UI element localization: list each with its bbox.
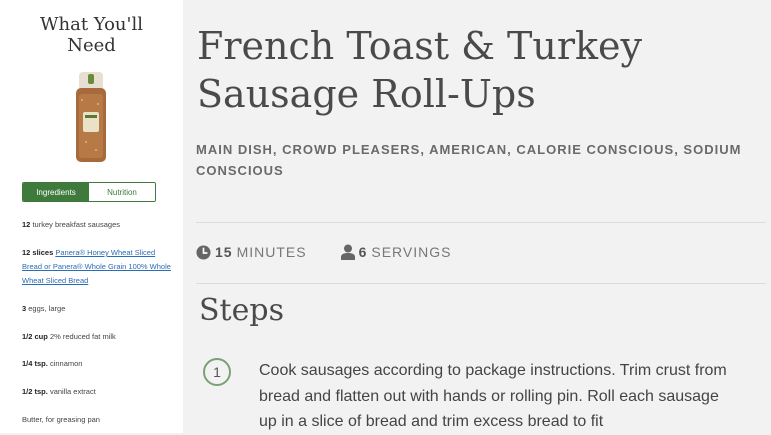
ingredient-text: eggs, large [28, 304, 66, 313]
ingredient-qty: 1/4 tsp. [22, 359, 48, 368]
ingredient-item: Butter, for greasing pan [22, 413, 172, 427]
time-value: 15 [215, 244, 233, 260]
servings-unit: SERVINGS [371, 244, 452, 260]
ingredient-item: 12 turkey breakfast sausages [22, 218, 172, 232]
ingredient-item: 12 slices Panera® Honey Wheat Sliced Bre… [22, 246, 172, 288]
sidebar-title-line1: What You'll [40, 14, 143, 35]
step-text: Cook sausages according to package instr… [259, 362, 727, 430]
time-unit: MINUTES [236, 244, 307, 260]
recipe-categories: MAIN DISH, CROWD PLEASERS, AMERICAN, CAL… [196, 142, 742, 178]
divider [196, 222, 766, 223]
ingredient-item: 3 eggs, large [22, 302, 172, 316]
step-number-badge: 1 [203, 358, 231, 386]
ingredient-qty: 1/2 tsp. [22, 387, 48, 396]
bread-loaf-icon [76, 72, 106, 162]
tab-nutrition[interactable]: Nutrition [89, 183, 155, 201]
steps-heading: Steps [199, 293, 284, 328]
ingredient-item: 1/2 tsp. vanilla extract [22, 385, 172, 399]
ingredient-item: 1/4 tsp. cinnamon [22, 357, 172, 371]
sidebar-title: What You'll Need [0, 14, 183, 56]
ingredient-qty: 3 [22, 304, 27, 313]
recipe-meta: 15 MINUTES 6 SERVINGS [196, 244, 451, 260]
ingredient-qty: 12 slices [22, 248, 54, 257]
page-title: French Toast & Turkey Sausage Roll-Ups [197, 24, 642, 116]
sidebar-tabs: Ingredients Nutrition [22, 182, 156, 202]
ingredient-text: turkey breakfast sausages [32, 220, 120, 229]
servings-value: 6 [358, 244, 368, 260]
clock-icon [196, 244, 211, 260]
ingredient-text: cinnamon [49, 359, 83, 368]
ingredients-sidebar: What You'll Need Ingredients Nutrition 1… [0, 0, 183, 433]
ingredient-qty: 1/2 cup [22, 332, 48, 341]
divider [196, 283, 766, 284]
person-icon [340, 244, 355, 260]
ingredient-qty: 12 [22, 220, 31, 229]
ingredient-text: vanilla extract [49, 387, 96, 396]
tab-ingredients[interactable]: Ingredients [23, 183, 89, 201]
ingredient-text: 2% reduced fat milk [49, 332, 116, 341]
ingredient-text: Butter, for greasing pan [22, 415, 100, 424]
ingredient-item: 1/2 cup 2% reduced fat milk [22, 330, 172, 344]
sidebar-title-line2: Need [67, 35, 116, 56]
recipe-main: French Toast & Turkey Sausage Roll-Ups M… [183, 0, 771, 433]
